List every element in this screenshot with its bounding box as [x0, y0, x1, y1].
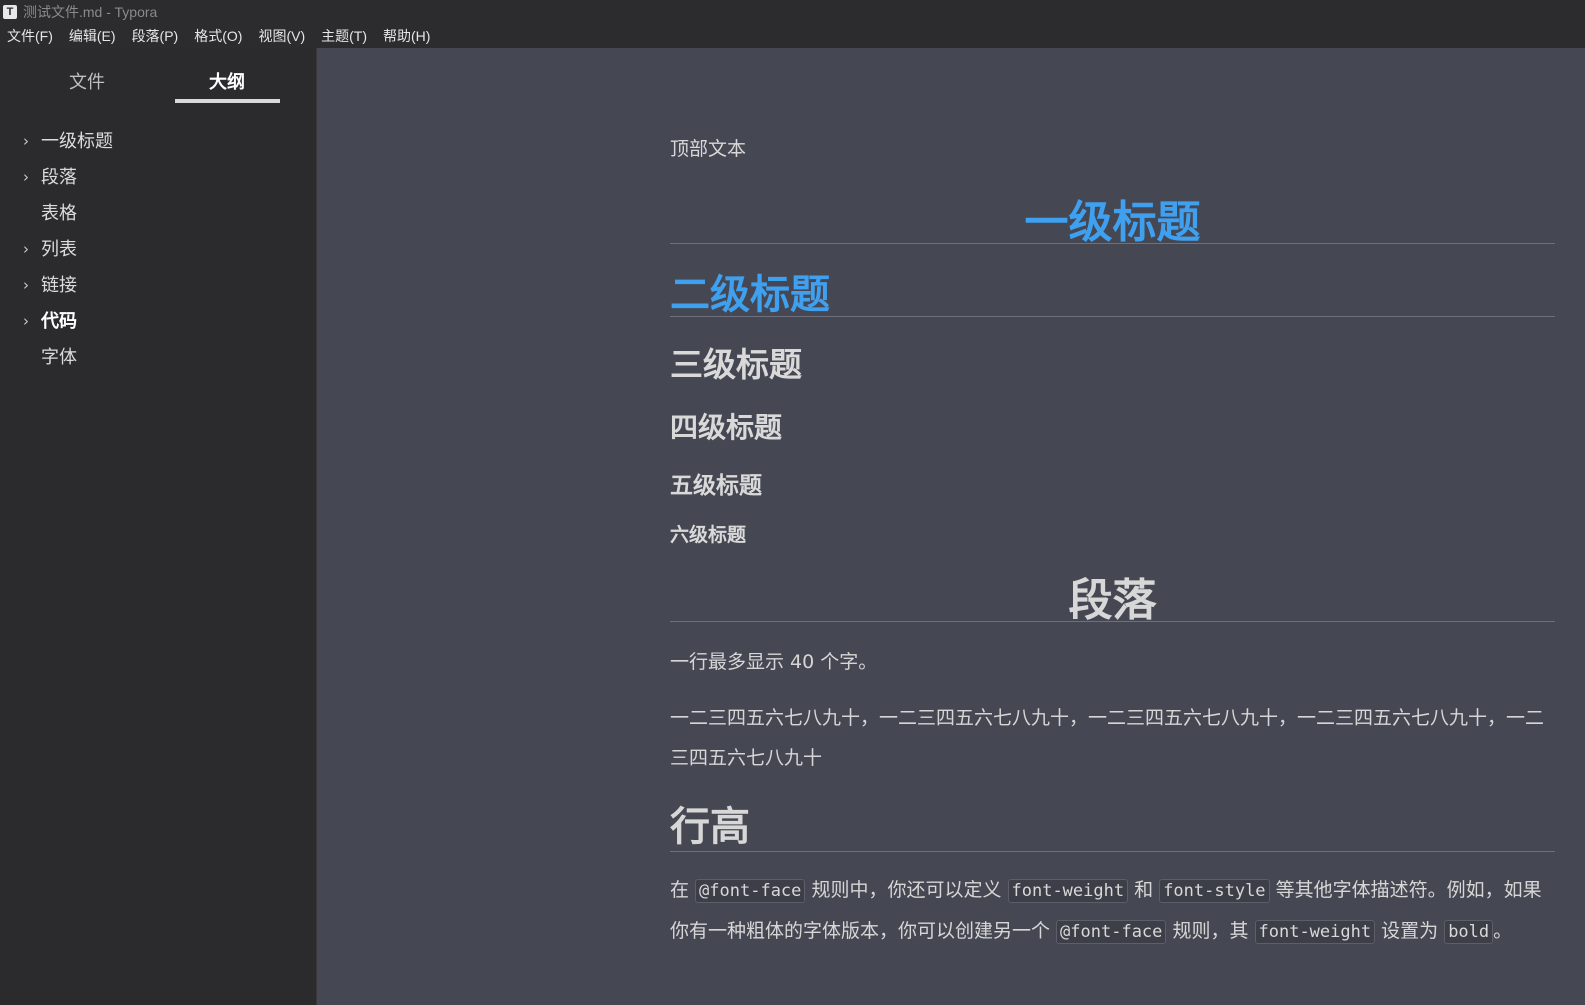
- text-run: 在: [670, 879, 696, 901]
- outline-item-label: 表格: [41, 203, 77, 224]
- tab-files[interactable]: 文件: [69, 68, 105, 94]
- paragraph-sample-text: 一二三四五六七八九十，一二三四五六七八九十，一二三四五六七八九十，一二三四五六七…: [670, 707, 1545, 769]
- text-run: 规则，其: [1166, 920, 1255, 942]
- editor-pane[interactable]: 顶部文本 一级标题 二级标题 三级标题 四级标题 五级标题 六级标题 段落 一行…: [317, 48, 1585, 1005]
- sidebar-tabs: 文件 大纲: [0, 48, 316, 108]
- outline-item-label: 链接: [41, 275, 77, 296]
- inline-code: font-style: [1159, 879, 1270, 903]
- top-text: 顶部文本: [670, 138, 747, 160]
- outline-list: › 一级标题 › 段落 表格 › 列表 › 链接 › 代码 字体: [0, 122, 317, 374]
- menu-bar: 文件(F) 编辑(E) 段落(P) 格式(O) 视图(V) 主题(T) 帮助(H…: [0, 24, 1585, 48]
- outline-item-label: 一级标题: [41, 131, 113, 152]
- paragraph-font-face: 在 @font-face 规则中，你还可以定义 font-weight 和 fo…: [670, 870, 1555, 952]
- outline-item-label: 字体: [41, 347, 77, 368]
- chevron-right-icon[interactable]: ›: [23, 240, 29, 258]
- heading-6: 六级标题: [670, 524, 747, 546]
- menu-file[interactable]: 文件(F): [7, 26, 53, 46]
- inline-code: @font-face: [1056, 920, 1167, 944]
- outline-item-label: 代码: [41, 311, 77, 332]
- heading-4: 四级标题: [670, 411, 783, 444]
- menu-edit[interactable]: 编辑(E): [69, 26, 116, 46]
- active-tab-indicator: [175, 99, 280, 103]
- outline-item-label: 列表: [41, 239, 77, 260]
- window-title: 测试文件.md - Typora: [23, 4, 158, 20]
- tab-outline[interactable]: 大纲: [209, 68, 245, 94]
- heading-paragraph: 段落: [670, 564, 1555, 626]
- chevron-right-icon[interactable]: ›: [23, 276, 29, 294]
- outline-item-label: 段落: [41, 167, 77, 188]
- outline-item-paragraph[interactable]: › 段落: [0, 158, 317, 194]
- heading-3: 三级标题: [670, 345, 802, 384]
- outline-item-list[interactable]: › 列表: [0, 230, 317, 266]
- menu-help[interactable]: 帮助(H): [383, 26, 430, 46]
- chevron-right-icon[interactable]: ›: [23, 168, 29, 186]
- outline-item-table[interactable]: 表格: [0, 194, 317, 230]
- heading-line-height: 行高: [670, 794, 1555, 852]
- outline-item-code[interactable]: › 代码: [0, 302, 317, 338]
- inline-code: font-weight: [1254, 920, 1376, 944]
- menu-paragraph[interactable]: 段落(P): [132, 26, 179, 46]
- chevron-right-icon[interactable]: ›: [23, 312, 29, 330]
- outline-item-h1[interactable]: › 一级标题: [0, 122, 317, 158]
- heading-5: 五级标题: [670, 473, 762, 499]
- text-run: 。: [1493, 920, 1513, 942]
- menu-format[interactable]: 格式(O): [194, 26, 242, 46]
- typora-app-icon: T: [3, 5, 17, 19]
- text-run: 设置为: [1375, 920, 1445, 942]
- sidebar: 文件 大纲 › 一级标题 › 段落 表格 › 列表 › 链接 › 代码 字体: [0, 48, 317, 1005]
- outline-item-font[interactable]: 字体: [0, 338, 317, 374]
- inline-code: bold: [1444, 920, 1494, 944]
- inline-code: @font-face: [695, 879, 806, 903]
- menu-theme[interactable]: 主题(T): [321, 26, 367, 46]
- outline-item-link[interactable]: › 链接: [0, 266, 317, 302]
- text-run: 规则中，你还可以定义: [805, 879, 1008, 901]
- heading-1: 一级标题: [670, 186, 1555, 248]
- chevron-right-icon[interactable]: ›: [23, 132, 29, 150]
- paragraph-max-chars: 一行最多显示 40 个字。: [670, 651, 878, 673]
- title-bar: T 测试文件.md - Typora: [0, 0, 1585, 24]
- text-run: 和: [1128, 879, 1160, 901]
- menu-view[interactable]: 视图(V): [258, 26, 305, 46]
- heading-2: 二级标题: [670, 262, 1555, 318]
- inline-code: font-weight: [1007, 879, 1129, 903]
